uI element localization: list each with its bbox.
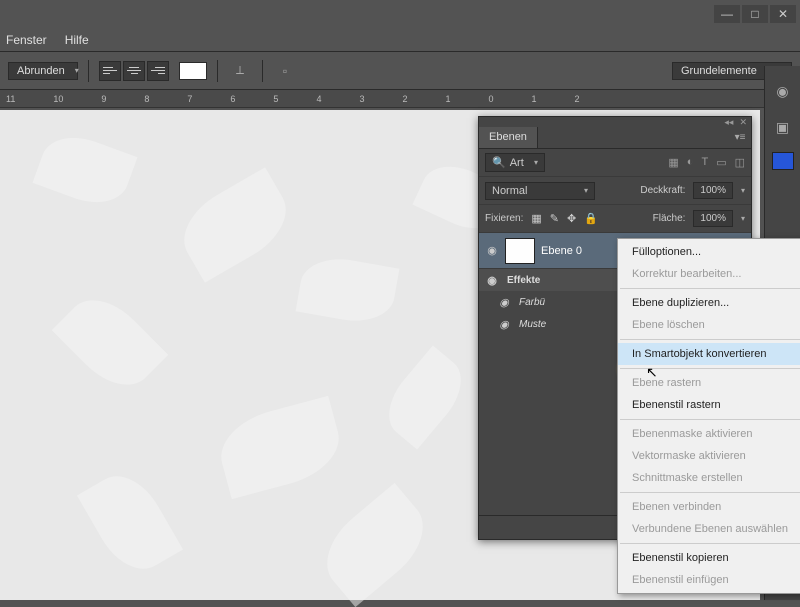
ctx-stilkopieren[interactable]: Ebenenstil kopieren	[618, 547, 800, 569]
shape-mode-select[interactable]: Abrunden	[8, 62, 78, 80]
ctx-korrektur: Korrektur bearbeiten...	[618, 263, 800, 285]
panel-close-icon[interactable]: ✕	[739, 117, 747, 128]
layer-thumbnail[interactable]	[505, 238, 535, 264]
ctx-verbundene: Verbundene Ebenen auswählen	[618, 518, 800, 540]
titlebar: — □ ✕	[0, 0, 800, 28]
warp-icon[interactable]: ⟂	[228, 60, 252, 82]
foreground-swatch[interactable]	[772, 152, 794, 170]
color-panel-icon[interactable]: ◉	[772, 80, 794, 102]
filter-kind-select[interactable]: 🔍 Art	[485, 153, 545, 172]
align-right-button[interactable]	[147, 61, 169, 81]
close-button[interactable]: ✕	[770, 5, 796, 23]
divider	[88, 60, 89, 82]
minimize-button[interactable]: —	[714, 5, 740, 23]
ctx-stileinfuegen: Ebenenstil einfügen	[618, 569, 800, 591]
fill-swatch[interactable]	[179, 62, 207, 80]
ctx-rastern: Ebene rastern	[618, 372, 800, 394]
lock-label: Fixieren:	[485, 213, 523, 224]
ctx-verbinden: Ebenen verbinden	[618, 496, 800, 518]
options-bar: Abrunden ⟂ ▫ Grundelemente	[0, 52, 800, 90]
menubar: Fenster Hilfe	[0, 28, 800, 52]
filter-pixel-icon[interactable]: ▦	[668, 156, 678, 169]
filter-smart-icon[interactable]: ◫	[735, 156, 745, 169]
adjust-panel-icon[interactable]: ▣	[772, 116, 794, 138]
ctx-vektor: Vektormaske aktivieren	[618, 445, 800, 467]
ctx-loeschen: Ebene löschen	[618, 314, 800, 336]
context-menu: Fülloptionen... Korrektur bearbeiten... …	[617, 238, 800, 594]
blend-mode-select[interactable]: Normal	[485, 182, 595, 200]
maximize-button[interactable]: □	[742, 5, 768, 23]
fill-flyout-icon[interactable]: ▾	[741, 214, 745, 223]
menu-fenster[interactable]: Fenster	[6, 33, 47, 47]
panel-menu-icon[interactable]: ▾≡	[729, 127, 751, 148]
ctx-stilrastern[interactable]: Ebenenstil rastern	[618, 394, 800, 416]
3d-icon[interactable]: ▫	[273, 60, 297, 82]
ctx-fulloptionen[interactable]: Fülloptionen...	[618, 241, 800, 263]
lock-paint-icon[interactable]: ✎	[550, 212, 559, 225]
menu-hilfe[interactable]: Hilfe	[65, 33, 89, 47]
ruler-horizontal: 1110987654321012	[0, 90, 800, 108]
visibility-icon[interactable]: ◉	[485, 244, 499, 257]
divider	[262, 60, 263, 82]
fill-input[interactable]: 100%	[693, 210, 733, 227]
align-left-button[interactable]	[99, 61, 121, 81]
ctx-smartobjekt[interactable]: In Smartobjekt konvertieren	[618, 343, 800, 365]
ctx-duplizieren[interactable]: Ebene duplizieren...	[618, 292, 800, 314]
opacity-flyout-icon[interactable]: ▾	[741, 186, 745, 195]
ctx-schnitt: Schnittmaske erstellen	[618, 467, 800, 489]
filter-type-icon[interactable]: T	[701, 156, 708, 169]
lock-trans-icon[interactable]: ▦	[531, 212, 541, 225]
lock-all-icon[interactable]: 🔒	[584, 212, 598, 225]
panel-handle[interactable]: ◂◂✕	[479, 117, 751, 127]
align-center-button[interactable]	[123, 61, 145, 81]
align-group	[99, 61, 169, 81]
opacity-input[interactable]: 100%	[693, 182, 733, 199]
opacity-label: Deckkraft:	[640, 185, 685, 196]
lock-move-icon[interactable]: ✥	[567, 212, 576, 225]
filter-adjust-icon[interactable]: ◐	[687, 156, 694, 169]
divider	[217, 60, 218, 82]
fill-label: Fläche:	[653, 213, 686, 224]
ctx-maske: Ebenenmaske aktivieren	[618, 423, 800, 445]
filter-shape-icon[interactable]: ▭	[716, 156, 726, 169]
layer-name-label: Ebene 0	[541, 245, 582, 257]
tab-ebenen[interactable]: Ebenen	[479, 127, 538, 148]
